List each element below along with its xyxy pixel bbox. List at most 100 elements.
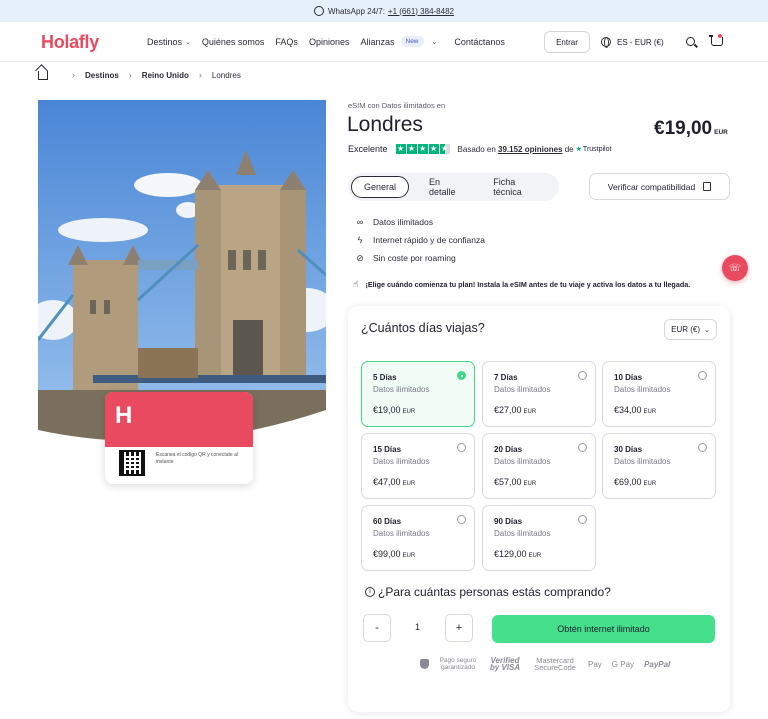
login-button[interactable]: Entrar [544, 31, 590, 53]
plan-days: 10 Días [614, 373, 643, 382]
plan-price-value: €47,00 [373, 477, 401, 487]
plan-price-unit: EUR [402, 409, 416, 415]
whatsapp-icon [314, 6, 324, 16]
breadcrumb-destinos[interactable]: Destinos [85, 71, 119, 80]
language-label: ES - EUR (€) [617, 37, 664, 47]
feature-item: ∞ Datos ilimitados [354, 213, 485, 231]
plan-price: €47,00 EUR [373, 477, 415, 487]
nav-destinos[interactable]: Destinos ⌄ [147, 37, 191, 47]
search-icon[interactable] [686, 37, 695, 46]
plan-option-20-days[interactable]: 20 Días Datos ilimitados €57,00 EUR [482, 433, 596, 499]
plan-option-60-days[interactable]: 60 Días Datos ilimitados €99,00 EUR [361, 505, 475, 571]
tab-ficha-tecnica[interactable]: Ficha técnica [481, 176, 548, 198]
price-currency: EUR [714, 129, 728, 136]
decrease-quantity-button[interactable]: - [363, 614, 391, 642]
nav-faqs[interactable]: FAQs [275, 37, 298, 47]
plan-price: €99,00 EUR [373, 549, 415, 559]
nav-opiniones[interactable]: Opiniones [309, 37, 350, 47]
plan-radio[interactable] [698, 443, 707, 452]
de-label: de [564, 144, 574, 154]
shield-icon [420, 659, 429, 669]
plan-radio[interactable] [578, 443, 587, 452]
whatsapp-phone-link[interactable]: +1 (661) 384-8482 [388, 7, 454, 16]
plan-days: 60 Días [373, 517, 402, 526]
get-internet-button[interactable]: Obtén internet ilimitado [492, 615, 715, 643]
nav-alianzas[interactable]: Alianzas New ⌄ [360, 36, 437, 47]
increase-quantity-button[interactable]: + [445, 614, 473, 642]
hand-icon: ☝ [353, 279, 359, 289]
plan-days: 30 Días [614, 445, 643, 454]
currency-select[interactable]: EUR (€) ⌄ [664, 319, 717, 340]
plan-price: €129,00 EUR [494, 549, 541, 559]
plan-option-90-days[interactable]: 90 Días Datos ilimitados €129,00 EUR [482, 505, 596, 571]
feature-label: Datos ilimitados [373, 217, 433, 227]
quantity-value[interactable]: 1 [415, 622, 420, 632]
plan-price-unit: EUR [402, 481, 416, 487]
plan-days: 7 Días [494, 373, 518, 382]
reviews-link[interactable]: 39.152 opiniones [498, 145, 562, 154]
new-badge: New [400, 36, 424, 47]
plan-price-value: €27,00 [494, 405, 522, 415]
currency-label: EUR (€) [671, 325, 700, 334]
plan-radio[interactable] [457, 371, 466, 380]
plan-option-5-days[interactable]: 5 Días Datos ilimitados €19,00 EUR [361, 361, 475, 427]
note-text: ¡Elige cuándo comienza tu plan! Instala … [365, 280, 691, 289]
product-subtitle: eSIM con Datos ilimitados en [348, 101, 446, 110]
days-question: ¿Cuántos días viajas? [361, 321, 485, 335]
breadcrumb-reino-unido[interactable]: Reino Unido [142, 71, 189, 80]
plan-data: Datos ilimitados [494, 529, 551, 538]
plan-price-unit: EUR [643, 481, 657, 487]
plan-radio[interactable] [698, 371, 707, 380]
tab-general[interactable]: General [351, 176, 410, 198]
trustpilot-logo: Trustpilot [576, 145, 612, 153]
feature-label: Internet rápido y de confianza [373, 235, 485, 245]
plan-radio[interactable] [457, 515, 466, 524]
nav-alianzas-label: Alianzas [360, 36, 395, 47]
infinity-icon: ∞ [356, 217, 364, 227]
esim-instructions: Escanea el codigo QR y conectate al inst… [156, 452, 238, 465]
tab-en-detalle[interactable]: En detalle [417, 176, 473, 198]
star-icon: ★ [395, 144, 406, 154]
cart-indicator [718, 34, 722, 38]
plan-radio[interactable] [578, 371, 587, 380]
info-icon[interactable]: i [365, 587, 375, 597]
plan-price-value: €69,00 [614, 477, 642, 487]
plan-days: 15 Días [373, 445, 402, 454]
verify-compatibility-button[interactable]: Verificar compatibilidad [589, 173, 730, 200]
verify-label: Verificar compatibilidad [607, 181, 696, 192]
star-half-icon: ★ [439, 144, 450, 154]
nav-quienes-somos[interactable]: Quiénes somos [202, 37, 265, 47]
apple-pay-logo: Pay [588, 660, 602, 668]
plan-price-value: €19,00 [373, 405, 401, 415]
plan-data: Datos ilimitados [373, 385, 430, 394]
plan-option-10-days[interactable]: 10 Días Datos ilimitados €34,00 EUR [602, 361, 716, 427]
plan-days: 20 Días [494, 445, 523, 454]
holafly-logo[interactable]: Holafly [41, 32, 99, 53]
device-icon [703, 182, 712, 191]
chat-button[interactable]: ☏ [722, 255, 748, 281]
lightning-icon: ϟ [357, 235, 363, 245]
main-nav: Destinos ⌄ Quiénes somos FAQs Opiniones A… [147, 36, 516, 47]
plan-start-note: ☝ ¡Elige cuándo comienza tu plan! Instal… [353, 279, 690, 290]
cart-icon[interactable] [709, 35, 723, 46]
esim-card: H Escanea el codigo QR y conectate al in… [105, 392, 253, 484]
persons-question-label: ¿Para cuántas personas estás comprando? [378, 585, 611, 599]
feature-list: ∞ Datos ilimitados ϟ Internet rápido y de … [354, 213, 485, 267]
nav-contactanos[interactable]: Contáctanos [454, 37, 505, 47]
feature-item: ϟ Internet rápido y de confianza [354, 231, 485, 249]
plan-price-unit: EUR [523, 409, 537, 415]
chevron-down-icon: ⌄ [431, 38, 438, 46]
plan-radio[interactable] [457, 443, 466, 452]
plan-option-30-days[interactable]: 30 Días Datos ilimitados €69,00 EUR [602, 433, 716, 499]
chevron-right-icon: › [72, 70, 75, 80]
plan-option-7-days[interactable]: 7 Días Datos ilimitados €27,00 EUR [482, 361, 596, 427]
home-icon[interactable] [38, 70, 48, 80]
plan-option-15-days[interactable]: 15 Días Datos ilimitados €47,00 EUR [361, 433, 475, 499]
plan-data: Datos ilimitados [373, 529, 430, 538]
language-selector[interactable]: ES - EUR (€) [601, 37, 664, 48]
plan-price-value: €34,00 [614, 405, 642, 415]
plan-radio[interactable] [578, 515, 587, 524]
plan-price-value: €57,00 [494, 477, 522, 487]
plan-days: 5 Días [373, 373, 397, 382]
site-header: Holafly Destinos ⌄ Quiénes somos FAQs Opi… [0, 22, 768, 62]
